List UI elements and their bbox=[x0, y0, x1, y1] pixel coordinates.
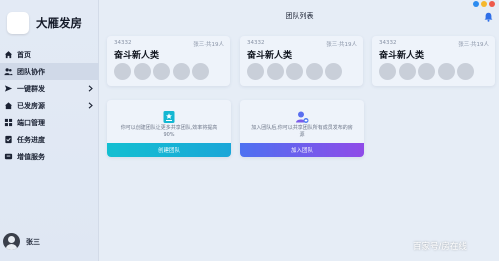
sidebar-item-published[interactable]: 已发房源 bbox=[0, 97, 99, 114]
create-team-description: 你可以创建团队让更多共享团队,效率将提高90% bbox=[120, 125, 218, 138]
grid-icon bbox=[4, 118, 13, 127]
user-profile[interactable]: 张三 bbox=[3, 233, 40, 250]
sidebar: 大雁发房 首页 团队协作 一键群发 已发房源 端口管理 任务进度 增值服务 张三 bbox=[0, 0, 99, 261]
sidebar-item-broadcast[interactable]: 一键群发 bbox=[0, 80, 99, 97]
window-close-button[interactable] bbox=[489, 1, 495, 7]
team-id: 34332 bbox=[114, 40, 132, 46]
home-icon bbox=[4, 51, 13, 59]
watermark: 百家号/房在线 bbox=[413, 242, 467, 252]
chevron-right-icon[interactable] bbox=[88, 85, 93, 92]
team-id: 34332 bbox=[247, 40, 265, 46]
sidebar-nav: 首页 团队协作 一键群发 已发房源 端口管理 任务进度 增值服务 bbox=[0, 46, 99, 165]
team-name: 奋斗新人类 bbox=[114, 51, 160, 61]
team-name: 奋斗新人类 bbox=[247, 51, 293, 61]
member-avatar bbox=[266, 63, 284, 80]
send-icon bbox=[4, 85, 13, 92]
house-icon bbox=[4, 102, 13, 110]
team-meta: 张三·共19人 bbox=[193, 42, 224, 48]
bell-icon[interactable] bbox=[484, 12, 493, 22]
join-team-description: 加入团队后,你可以共享团队所有成员发布的房源 bbox=[251, 125, 353, 138]
join-team-card: 加入团队后,你可以共享团队所有成员发布的房源 加入团队 bbox=[240, 100, 364, 157]
member-avatars bbox=[379, 63, 477, 80]
sidebar-item-home[interactable]: 首页 bbox=[0, 46, 99, 63]
sidebar-item-label: 一键群发 bbox=[17, 84, 45, 93]
team-id: 34332 bbox=[379, 40, 397, 46]
member-avatar bbox=[325, 63, 342, 80]
member-avatar bbox=[418, 63, 435, 80]
sidebar-item-team[interactable]: 团队协作 bbox=[0, 63, 99, 80]
sidebar-item-services[interactable]: 增值服务 bbox=[0, 148, 99, 165]
sidebar-item-label: 端口管理 bbox=[17, 118, 45, 127]
avatar[interactable] bbox=[3, 233, 20, 250]
member-avatars bbox=[247, 63, 345, 80]
member-avatars bbox=[114, 63, 212, 80]
member-avatar bbox=[305, 63, 323, 80]
member-avatar bbox=[192, 63, 209, 80]
brand: 大雁发房 bbox=[7, 12, 82, 34]
member-avatar bbox=[457, 63, 474, 80]
page-title: 团队列表 bbox=[285, 12, 314, 20]
sidebar-item-label: 团队协作 bbox=[17, 67, 45, 76]
team-icon bbox=[4, 68, 13, 76]
team-card[interactable]: 34332 张三·共19人 奋斗新人类 bbox=[240, 36, 363, 86]
member-avatar bbox=[437, 63, 455, 80]
member-avatar bbox=[247, 63, 264, 80]
member-avatar bbox=[379, 63, 396, 80]
team-meta: 张三·共19人 bbox=[458, 42, 489, 48]
member-avatar bbox=[153, 63, 170, 80]
brand-logo bbox=[7, 12, 29, 34]
window-minimize-button[interactable] bbox=[481, 1, 487, 7]
team-meta: 张三·共19人 bbox=[326, 42, 357, 48]
sidebar-item-tasks[interactable]: 任务进度 bbox=[0, 131, 99, 148]
member-avatar bbox=[114, 63, 131, 80]
window-dot-blue[interactable] bbox=[473, 1, 479, 7]
team-card[interactable]: 34332 张三·共19人 奋斗新人类 bbox=[372, 36, 495, 86]
member-avatar bbox=[172, 63, 190, 80]
brand-name: 大雁发房 bbox=[36, 16, 82, 30]
sidebar-item-label: 增值服务 bbox=[17, 152, 45, 161]
team-card[interactable]: 34332 张三·共19人 奋斗新人类 bbox=[107, 36, 230, 86]
member-avatar bbox=[398, 63, 416, 80]
create-team-icon bbox=[163, 111, 175, 123]
task-icon bbox=[5, 135, 12, 144]
window-controls bbox=[471, 1, 495, 7]
sidebar-item-label: 已发房源 bbox=[17, 101, 45, 110]
member-avatar bbox=[133, 63, 151, 80]
sidebar-item-label: 首页 bbox=[17, 50, 31, 59]
team-name: 奋斗新人类 bbox=[379, 51, 425, 61]
join-team-button[interactable]: 加入团队 bbox=[240, 143, 364, 157]
member-avatar bbox=[286, 63, 303, 80]
main-content: 团队列表 34332 张三·共19人 奋斗新人类 34332 张三·共19人 奋… bbox=[100, 0, 499, 261]
create-team-card: 你可以创建团队让更多共享团队,效率将提高90% 创建团队 bbox=[107, 100, 231, 157]
join-team-icon bbox=[296, 111, 309, 123]
sidebar-item-ports[interactable]: 端口管理 bbox=[0, 114, 99, 131]
sidebar-item-label: 任务进度 bbox=[17, 135, 45, 144]
service-icon bbox=[4, 153, 13, 160]
user-name: 张三 bbox=[26, 237, 40, 246]
chevron-right-icon[interactable] bbox=[88, 102, 93, 109]
create-team-button[interactable]: 创建团队 bbox=[107, 143, 231, 157]
